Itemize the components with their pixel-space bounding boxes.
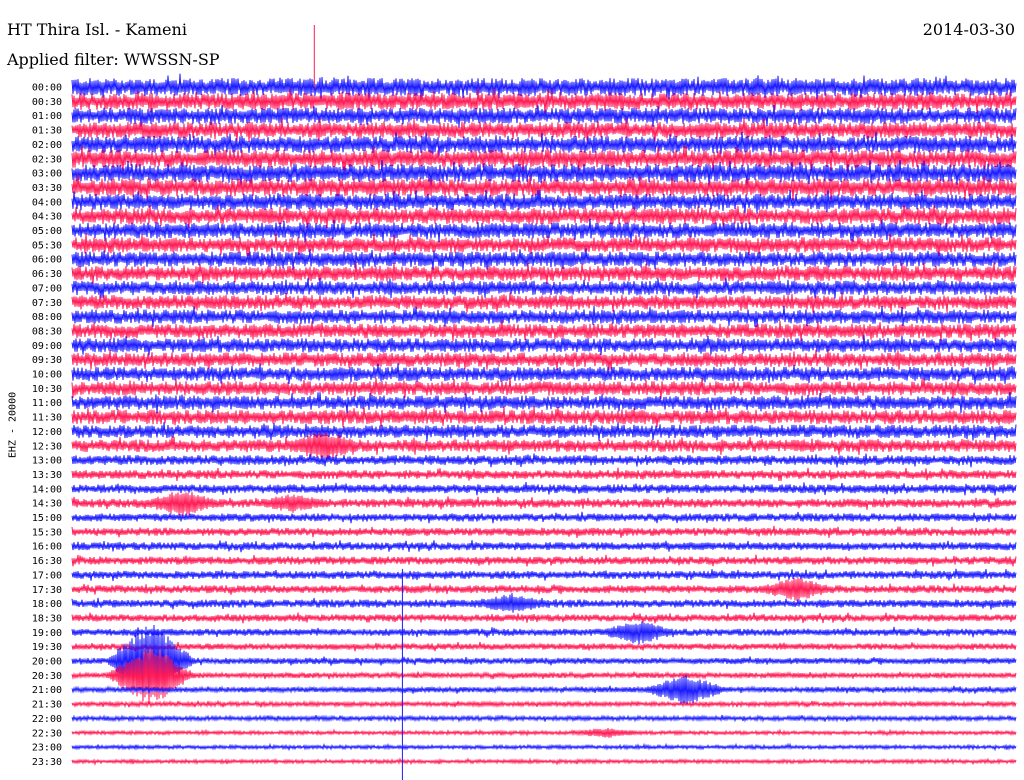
trace-row <box>71 648 1017 704</box>
row-time-label: 01:00 <box>32 111 62 122</box>
row-time-label: 02:30 <box>32 154 62 165</box>
trace-row <box>71 334 1017 356</box>
row-time-label: 17:00 <box>32 570 62 581</box>
row-time-label: 05:00 <box>32 226 62 237</box>
trace-row <box>71 262 1017 284</box>
row-time-label: 03:30 <box>32 183 62 194</box>
row-time-label: 15:00 <box>32 513 62 524</box>
row-time-label: 23:00 <box>32 743 62 754</box>
row-time-label: 16:30 <box>32 556 62 567</box>
trace-row <box>71 612 1017 624</box>
trace-row <box>71 377 1017 399</box>
row-time-label: 19:00 <box>32 628 62 639</box>
trace-row <box>71 577 1017 602</box>
row-time-label: 08:30 <box>32 326 62 337</box>
row-time-label: 04:00 <box>32 197 62 208</box>
trace-row <box>71 467 1017 482</box>
trace-row <box>71 624 1017 693</box>
row-time-label: 03:00 <box>32 169 62 180</box>
row-time-label: 10:00 <box>32 370 62 381</box>
row-time-label: 21:00 <box>32 685 62 696</box>
trace-row <box>71 568 1017 581</box>
row-time-label: 14:00 <box>32 484 62 495</box>
row-time-label: 12:30 <box>32 441 62 452</box>
row-time-label: 11:30 <box>32 413 62 424</box>
helicorder-plot: 00:00 00:30 01:00 01:30 02:00 02:30 03:00 03:30… <box>32 25 1017 780</box>
trace-row <box>71 131 1017 156</box>
trace-row <box>71 728 1017 738</box>
row-time-label: 20:30 <box>32 671 62 682</box>
row-time-label: 10:30 <box>32 384 62 395</box>
trace-row <box>71 674 1017 705</box>
row-time-label: 00:00 <box>32 83 62 94</box>
row-time-label: 17:30 <box>32 585 62 596</box>
row-time-label: 09:30 <box>32 355 62 366</box>
trace-row <box>71 292 1017 313</box>
trace-row <box>71 320 1017 342</box>
trace-row <box>71 593 1017 613</box>
trace-row <box>71 757 1017 766</box>
trace-row <box>71 714 1017 723</box>
row-time-label: 02:00 <box>32 140 62 151</box>
row-time-label: 12:00 <box>32 427 62 438</box>
trace-row <box>71 453 1017 468</box>
row-time-label: 19:30 <box>32 642 62 653</box>
row-time-label: 20:00 <box>32 657 62 668</box>
row-time-label: 18:00 <box>32 599 62 610</box>
row-time-label: 09:00 <box>32 341 62 352</box>
trace-row <box>71 621 1017 645</box>
trace-row <box>71 305 1017 328</box>
row-time-label: 13:00 <box>32 456 62 467</box>
row-time-label: 15:30 <box>32 527 62 538</box>
row-time-label: 07:30 <box>32 298 62 309</box>
trace-row <box>71 511 1017 524</box>
trace-row <box>71 391 1017 414</box>
row-time-label: 01:30 <box>32 126 62 137</box>
row-time-label: 22:00 <box>32 714 62 725</box>
row-time-label: 06:30 <box>32 269 62 280</box>
row-time-label: 06:00 <box>32 255 62 266</box>
row-time-label: 21:30 <box>32 700 62 711</box>
trace-row <box>71 742 1017 752</box>
trace-row <box>71 277 1017 299</box>
trace-row <box>71 554 1017 567</box>
trace-row <box>71 349 1017 371</box>
trace-row <box>71 491 1017 516</box>
row-time-label: 23:30 <box>32 757 62 768</box>
trace-row <box>71 525 1017 538</box>
row-time-label: 13:30 <box>32 470 62 481</box>
row-time-label: 00:30 <box>32 97 62 108</box>
row-time-label: 16:00 <box>32 542 62 553</box>
trace-row <box>71 118 1017 142</box>
trace-row <box>71 641 1017 652</box>
row-time-label: 04:30 <box>32 212 62 223</box>
trace-row <box>71 363 1017 385</box>
row-time-label: 07:00 <box>32 283 62 294</box>
trace-row <box>71 699 1017 709</box>
row-time-label: 18:30 <box>32 613 62 624</box>
row-time-label: 11:00 <box>32 398 62 409</box>
trace-row <box>71 482 1017 496</box>
row-time-label: 14:30 <box>32 499 62 510</box>
trace-row <box>71 422 1017 442</box>
row-time-label: 08:00 <box>32 312 62 323</box>
trace-row <box>71 233 1017 257</box>
row-time-label: 05:30 <box>32 240 62 251</box>
trace-row <box>71 540 1017 553</box>
row-time-label: 22:30 <box>32 728 62 739</box>
